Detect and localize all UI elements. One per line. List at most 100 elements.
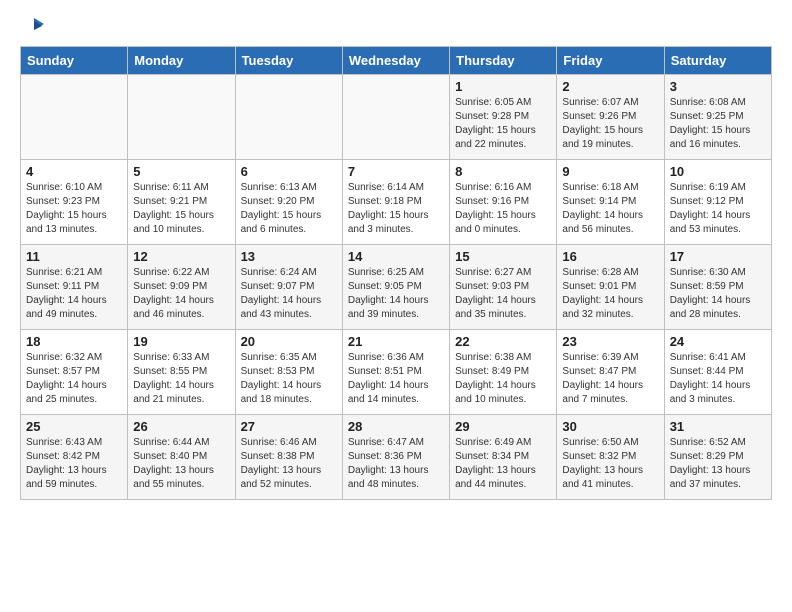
day-number: 1 bbox=[455, 79, 551, 94]
day-info: Sunrise: 6:46 AM Sunset: 8:38 PM Dayligh… bbox=[241, 436, 337, 492]
calendar-cell: 14 Sunrise: 6:25 AM Sunset: 9:05 PM Dayli… bbox=[342, 245, 449, 330]
day-info: Sunrise: 6:38 AM Sunset: 8:49 PM Dayligh… bbox=[455, 351, 551, 407]
calendar-day-header: Friday bbox=[557, 47, 664, 75]
day-number: 6 bbox=[241, 164, 337, 179]
day-info: Sunrise: 6:32 AM Sunset: 8:57 PM Dayligh… bbox=[26, 351, 122, 407]
calendar-week-row: 18 Sunrise: 6:32 AM Sunset: 8:57 PM Dayli… bbox=[21, 330, 772, 415]
calendar-week-row: 11 Sunrise: 6:21 AM Sunset: 9:11 PM Dayli… bbox=[21, 245, 772, 330]
day-info: Sunrise: 6:35 AM Sunset: 8:53 PM Dayligh… bbox=[241, 351, 337, 407]
day-number: 2 bbox=[562, 79, 658, 94]
day-info: Sunrise: 6:39 AM Sunset: 8:47 PM Dayligh… bbox=[562, 351, 658, 407]
calendar-cell: 20 Sunrise: 6:35 AM Sunset: 8:53 PM Dayli… bbox=[235, 330, 342, 415]
calendar-cell: 6 Sunrise: 6:13 AM Sunset: 9:20 PM Daylig… bbox=[235, 160, 342, 245]
calendar-cell bbox=[342, 75, 449, 160]
day-info: Sunrise: 6:18 AM Sunset: 9:14 PM Dayligh… bbox=[562, 181, 658, 237]
calendar-cell: 5Sunrise: 6:11 AM Sunset: 9:21 PM Daylig… bbox=[128, 160, 235, 245]
calendar-cell: 29 Sunrise: 6:49 AM Sunset: 8:34 PM Dayli… bbox=[450, 415, 557, 500]
day-number: 12 bbox=[133, 249, 229, 264]
day-info: Sunrise: 6:33 AM Sunset: 8:55 PM Dayligh… bbox=[133, 351, 229, 407]
calendar-day-header: Wednesday bbox=[342, 47, 449, 75]
day-info: Sunrise: 6:05 AM Sunset: 9:28 PM Dayligh… bbox=[455, 96, 551, 152]
day-info: Sunrise: 6:24 AM Sunset: 9:07 PM Dayligh… bbox=[241, 266, 337, 322]
logo-text bbox=[20, 16, 46, 40]
day-number: 27 bbox=[241, 419, 337, 434]
day-info: Sunrise: 6:44 AM Sunset: 8:40 PM Dayligh… bbox=[133, 436, 229, 492]
day-number: 8 bbox=[455, 164, 551, 179]
calendar-cell: 2Sunrise: 6:07 AM Sunset: 9:26 PM Daylig… bbox=[557, 75, 664, 160]
day-number: 26 bbox=[133, 419, 229, 434]
day-number: 10 bbox=[670, 164, 766, 179]
day-number: 9 bbox=[562, 164, 658, 179]
day-number: 15 bbox=[455, 249, 551, 264]
calendar-cell bbox=[235, 75, 342, 160]
day-number: 11 bbox=[26, 249, 122, 264]
day-info: Sunrise: 6:22 AM Sunset: 9:09 PM Dayligh… bbox=[133, 266, 229, 322]
day-number: 25 bbox=[26, 419, 122, 434]
day-info: Sunrise: 6:19 AM Sunset: 9:12 PM Dayligh… bbox=[670, 181, 766, 237]
calendar-day-header: Saturday bbox=[664, 47, 771, 75]
calendar-cell: 12 Sunrise: 6:22 AM Sunset: 9:09 PM Dayli… bbox=[128, 245, 235, 330]
calendar-week-row: 25 Sunrise: 6:43 AM Sunset: 8:42 PM Dayli… bbox=[21, 415, 772, 500]
calendar-cell bbox=[21, 75, 128, 160]
day-info: Sunrise: 6:41 AM Sunset: 8:44 PM Dayligh… bbox=[670, 351, 766, 407]
calendar-week-row: 4Sunrise: 6:10 AM Sunset: 9:23 PM Daylig… bbox=[21, 160, 772, 245]
day-info: Sunrise: 6:30 AM Sunset: 8:59 PM Dayligh… bbox=[670, 266, 766, 322]
calendar-cell: 1 Sunrise: 6:05 AM Sunset: 9:28 PM Daylig… bbox=[450, 75, 557, 160]
day-number: 30 bbox=[562, 419, 658, 434]
day-number: 17 bbox=[670, 249, 766, 264]
calendar-cell: 31 Sunrise: 6:52 AM Sunset: 8:29 PM Dayli… bbox=[664, 415, 771, 500]
calendar-cell: 11 Sunrise: 6:21 AM Sunset: 9:11 PM Dayli… bbox=[21, 245, 128, 330]
calendar-cell: 23 Sunrise: 6:39 AM Sunset: 8:47 PM Dayli… bbox=[557, 330, 664, 415]
day-number: 14 bbox=[348, 249, 444, 264]
calendar-cell: 15 Sunrise: 6:27 AM Sunset: 9:03 PM Dayli… bbox=[450, 245, 557, 330]
calendar-cell: 19 Sunrise: 6:33 AM Sunset: 8:55 PM Dayli… bbox=[128, 330, 235, 415]
day-number: 23 bbox=[562, 334, 658, 349]
day-number: 16 bbox=[562, 249, 658, 264]
calendar-cell: 4Sunrise: 6:10 AM Sunset: 9:23 PM Daylig… bbox=[21, 160, 128, 245]
calendar-cell: 24 Sunrise: 6:41 AM Sunset: 8:44 PM Dayli… bbox=[664, 330, 771, 415]
day-number: 31 bbox=[670, 419, 766, 434]
day-info: Sunrise: 6:49 AM Sunset: 8:34 PM Dayligh… bbox=[455, 436, 551, 492]
day-info: Sunrise: 6:16 AM Sunset: 9:16 PM Dayligh… bbox=[455, 181, 551, 237]
day-info: Sunrise: 6:10 AM Sunset: 9:23 PM Dayligh… bbox=[26, 181, 122, 237]
day-number: 18 bbox=[26, 334, 122, 349]
calendar-cell: 7Sunrise: 6:14 AM Sunset: 9:18 PM Daylig… bbox=[342, 160, 449, 245]
day-info: Sunrise: 6:27 AM Sunset: 9:03 PM Dayligh… bbox=[455, 266, 551, 322]
logo-flag-icon bbox=[22, 16, 46, 40]
day-number: 20 bbox=[241, 334, 337, 349]
calendar-table: SundayMondayTuesdayWednesdayThursdayFrid… bbox=[20, 46, 772, 500]
day-info: Sunrise: 6:25 AM Sunset: 9:05 PM Dayligh… bbox=[348, 266, 444, 322]
day-info: Sunrise: 6:36 AM Sunset: 8:51 PM Dayligh… bbox=[348, 351, 444, 407]
calendar-cell: 13Sunrise: 6:24 AM Sunset: 9:07 PM Dayli… bbox=[235, 245, 342, 330]
calendar-day-header: Monday bbox=[128, 47, 235, 75]
day-info: Sunrise: 6:13 AM Sunset: 9:20 PM Dayligh… bbox=[241, 181, 337, 237]
calendar-cell: 30Sunrise: 6:50 AM Sunset: 8:32 PM Dayli… bbox=[557, 415, 664, 500]
day-number: 24 bbox=[670, 334, 766, 349]
calendar-cell: 3Sunrise: 6:08 AM Sunset: 9:25 PM Daylig… bbox=[664, 75, 771, 160]
page: SundayMondayTuesdayWednesdayThursdayFrid… bbox=[0, 0, 792, 516]
calendar-cell: 25 Sunrise: 6:43 AM Sunset: 8:42 PM Dayli… bbox=[21, 415, 128, 500]
day-info: Sunrise: 6:11 AM Sunset: 9:21 PM Dayligh… bbox=[133, 181, 229, 237]
day-number: 28 bbox=[348, 419, 444, 434]
calendar-day-header: Tuesday bbox=[235, 47, 342, 75]
calendar-cell: 18 Sunrise: 6:32 AM Sunset: 8:57 PM Dayli… bbox=[21, 330, 128, 415]
calendar-cell: 10 Sunrise: 6:19 AM Sunset: 9:12 PM Dayli… bbox=[664, 160, 771, 245]
day-number: 3 bbox=[670, 79, 766, 94]
calendar-cell: 16Sunrise: 6:28 AM Sunset: 9:01 PM Dayli… bbox=[557, 245, 664, 330]
calendar-week-row: 1 Sunrise: 6:05 AM Sunset: 9:28 PM Daylig… bbox=[21, 75, 772, 160]
day-number: 29 bbox=[455, 419, 551, 434]
calendar-day-header: Thursday bbox=[450, 47, 557, 75]
calendar-cell: 21Sunrise: 6:36 AM Sunset: 8:51 PM Dayli… bbox=[342, 330, 449, 415]
calendar-cell: 27 Sunrise: 6:46 AM Sunset: 8:38 PM Dayli… bbox=[235, 415, 342, 500]
day-info: Sunrise: 6:14 AM Sunset: 9:18 PM Dayligh… bbox=[348, 181, 444, 237]
day-info: Sunrise: 6:43 AM Sunset: 8:42 PM Dayligh… bbox=[26, 436, 122, 492]
day-number: 19 bbox=[133, 334, 229, 349]
day-info: Sunrise: 6:47 AM Sunset: 8:36 PM Dayligh… bbox=[348, 436, 444, 492]
day-number: 22 bbox=[455, 334, 551, 349]
day-info: Sunrise: 6:52 AM Sunset: 8:29 PM Dayligh… bbox=[670, 436, 766, 492]
logo bbox=[20, 16, 46, 36]
calendar-header-row: SundayMondayTuesdayWednesdayThursdayFrid… bbox=[21, 47, 772, 75]
calendar-cell: 26 Sunrise: 6:44 AM Sunset: 8:40 PM Dayli… bbox=[128, 415, 235, 500]
calendar-day-header: Sunday bbox=[21, 47, 128, 75]
day-info: Sunrise: 6:21 AM Sunset: 9:11 PM Dayligh… bbox=[26, 266, 122, 322]
